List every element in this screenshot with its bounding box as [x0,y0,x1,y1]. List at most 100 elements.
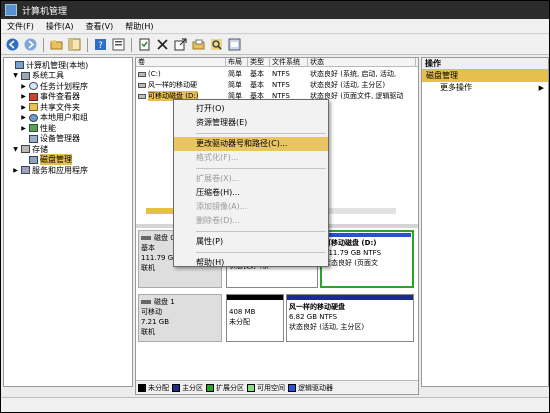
tree-item-disk-management[interactable]: 磁盘管理 [6,154,130,166]
menu-separator [196,133,326,134]
back-icon[interactable] [5,37,20,52]
window-title: 计算机管理 [22,6,68,17]
legend-swatch [247,383,255,392]
actions-more-label: 更多操作 [440,83,472,92]
properties-icon[interactable] [111,37,126,52]
disk-1-partition-1[interactable]: 风一样的移动硬盘 6.82 GB NTFS 状态良好 (活动, 主分区) [286,294,414,342]
tree-expander[interactable]: ▼ [12,72,19,79]
context-menu: 打开(O) 资源管理器(E) 更改驱动器号和路径(C)... 格式化(F)...… [173,99,329,267]
volume-icon [138,93,146,99]
actions-more[interactable]: 更多操作 ▶ [422,82,548,94]
partition-type-bar [323,233,411,237]
menu-item-extend-volume[interactable]: 扩展卷(X)... [174,172,328,186]
legend-label: 逻辑驱动器 [298,383,333,392]
disk-type: 可移动 [141,308,162,316]
tree-item-performance[interactable]: ▶ 性能 [6,123,130,134]
partition-size: 6.82 GB NTFS [289,313,338,321]
tree-expander[interactable]: ▶ [20,114,27,121]
tree-expander[interactable]: ▼ [12,146,19,153]
magnify-icon[interactable] [209,37,224,52]
tree-item-device-manager[interactable]: 设备管理器 [6,134,130,145]
disk-1-row: 磁盘 1 可移动 7.21 GB 联机 408 MB 未分配 风一样的移动硬盘 … [138,294,416,344]
help-icon[interactable]: ? [93,37,108,52]
disk-1-label[interactable]: 磁盘 1 可移动 7.21 GB 联机 [138,294,222,342]
menu-separator [196,231,326,232]
col-header-layout[interactable]: 布局 [226,58,248,66]
delete-icon[interactable] [155,37,170,52]
export-icon[interactable] [173,37,188,52]
computer-icon [15,61,24,70]
volume-row[interactable]: (C:) 简单 基本 NTFS 状态良好 (系统, 启动, 活动, [136,69,416,79]
panel-icon[interactable] [67,37,82,52]
volume-fs: NTFS [272,70,290,78]
menu-bar: 文件(F) 操作(A) 查看(V) 帮助(H) [1,20,549,34]
tree-item-label: 设备管理器 [40,134,80,144]
tree-item-computer-management[interactable]: 计算机管理(本地) [6,60,130,71]
device-manager-icon [29,134,38,143]
partition-name: 风一样的移动硬盘 [289,303,345,311]
tree-item-services-apps[interactable]: ▶ 服务和应用程序 [6,165,130,176]
volume-icon [138,71,146,77]
menu-separator [196,252,326,253]
col-header-type[interactable]: 类型 [248,58,270,66]
menu-item-change-drive-letter[interactable]: 更改驱动器号和路径(C)... [174,137,328,151]
col-header-volume[interactable]: 卷 [136,58,226,66]
forward-icon[interactable] [23,37,38,52]
svg-text:?: ? [98,41,103,51]
menu-item-add-mirror[interactable]: 添加镜像(A)... [174,200,328,214]
partition-type-bar [287,295,413,300]
folder-open-icon[interactable] [191,37,206,52]
status-bar [1,397,549,412]
tree-item-label: 性能 [40,123,56,133]
tree-item-task-scheduler[interactable]: ▶ 任务计划程序 [6,81,130,92]
disk-icon [141,236,151,240]
tree-expander[interactable]: ▶ [20,93,27,100]
tree-expander[interactable]: ▶ [20,104,27,111]
volume-name: 风一样的移动硬 [148,81,197,89]
menu-view[interactable]: 查看(V) [86,21,114,32]
menu-file[interactable]: 文件(F) [7,21,34,32]
legend-item: 逻辑驱动器 [288,383,333,393]
legend-item: 扩展分区 [206,383,244,393]
disk-0-partition-2[interactable]: 可移动磁盘 (D:) 111.79 GB NTFS 状态良好 (页面文 [320,230,414,288]
partition-status: 状态良好 (页面文 [324,259,378,267]
tree-item-local-users[interactable]: ▶ 本地用户和组 [6,113,130,124]
menu-item-properties[interactable]: 属性(P) [174,235,328,249]
legend-label: 未分配 [148,383,169,392]
tree-item-label: 事件查看器 [40,92,80,102]
tree-item-shared-folders[interactable]: ▶ 共享文件夹 [6,102,130,113]
tree-expander[interactable]: ▶ [20,83,27,90]
tree-item-system-tools[interactable]: ▼ 系统工具 [6,71,130,82]
partition-name: 可移动磁盘 (D:) [324,239,377,247]
tree-expander[interactable]: ▶ [12,167,19,174]
col-header-filesystem[interactable]: 文件系统 [270,58,308,66]
actions-header: 操作 [422,58,548,70]
disk-management-icon [29,155,38,164]
checklist-icon[interactable] [137,37,152,52]
menu-item-explorer[interactable]: 资源管理器(E) [174,116,328,130]
users-icon [29,113,38,122]
menu-item-format[interactable]: 格式化(F)... [174,151,328,165]
menu-item-help[interactable]: 帮助(H) [174,256,328,270]
menu-action[interactable]: 操作(A) [46,21,74,32]
legend-item: 未分配 [138,383,169,393]
actions-section-disk-management[interactable]: 磁盘管理 [422,70,548,82]
options-icon[interactable] [227,37,242,52]
volume-status: 状态良好 (系统, 启动, 活动, [310,70,397,78]
tree-expander[interactable]: ▶ [20,125,27,132]
disk-name: 磁盘 0 [154,234,175,242]
tree-item-storage[interactable]: ▼ 存储 [6,144,130,155]
menu-item-shrink-volume[interactable]: 压缩卷(H)... [174,186,328,200]
col-header-status[interactable]: 状态 [308,58,416,66]
menu-help[interactable]: 帮助(H) [125,21,153,32]
volume-row[interactable]: 风一样的移动硬 简单 基本 NTFS 状态良好 (活动, 主分区) [136,80,416,90]
partition-size: 111.79 GB NTFS [324,249,382,257]
tree-item-label: 存储 [32,144,48,154]
tree-item-event-viewer[interactable]: ▶ 事件查看器 [6,92,130,103]
menu-item-open[interactable]: 打开(O) [174,102,328,116]
disk-1-unallocated[interactable]: 408 MB 未分配 [226,294,284,342]
title-bar: 计算机管理 [1,1,549,19]
folder-icon[interactable] [49,37,64,52]
toolbar-separator [43,37,44,52]
menu-item-delete-volume[interactable]: 删除卷(D)... [174,214,328,228]
